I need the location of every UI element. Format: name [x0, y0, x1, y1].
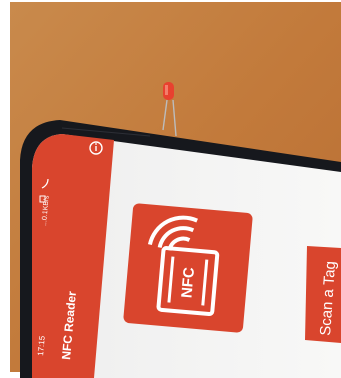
nfc-logo-text: NFC — [178, 266, 198, 298]
nfc-phone-icon: NFC — [123, 203, 253, 333]
scan-tag-button[interactable]: Scan a Tag — [305, 246, 341, 343]
photo-scene: ...0.1KB/s 17:15 NFC Reader NFC Scan a T… — [0, 0, 341, 378]
photo-canvas: ...0.1KB/s 17:15 NFC Reader NFC Scan a T… — [0, 0, 341, 378]
phone: ...0.1KB/s 17:15 NFC Reader NFC Scan a T… — [20, 120, 341, 378]
status-time: 17:15 — [36, 335, 47, 356]
